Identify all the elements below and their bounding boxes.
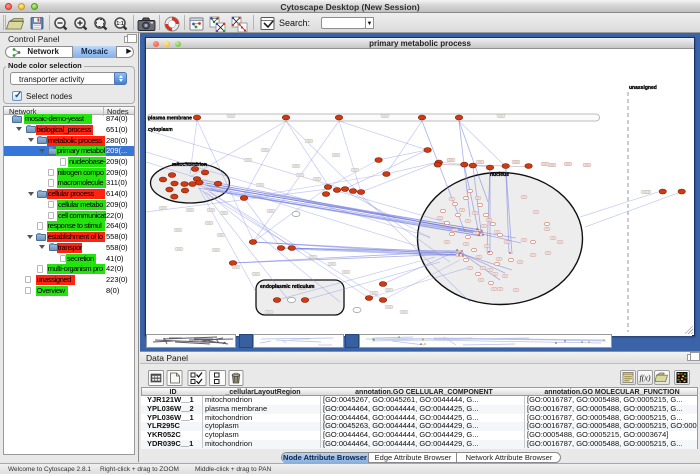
svg-text:mitochondrion: mitochondrion — [172, 162, 207, 168]
svg-text:cytoplasm: cytoplasm — [148, 127, 173, 133]
svg-text:nucleus: nucleus — [490, 172, 509, 178]
svg-text:endoplasmic reticulum: endoplasmic reticulum — [260, 284, 315, 290]
svg-text:1:1: 1:1 — [116, 21, 123, 27]
svg-text:f(x): f(x) — [639, 374, 650, 383]
svg-text:unassigned: unassigned — [629, 85, 657, 91]
svg-text:plasma membrane: plasma membrane — [148, 116, 192, 122]
